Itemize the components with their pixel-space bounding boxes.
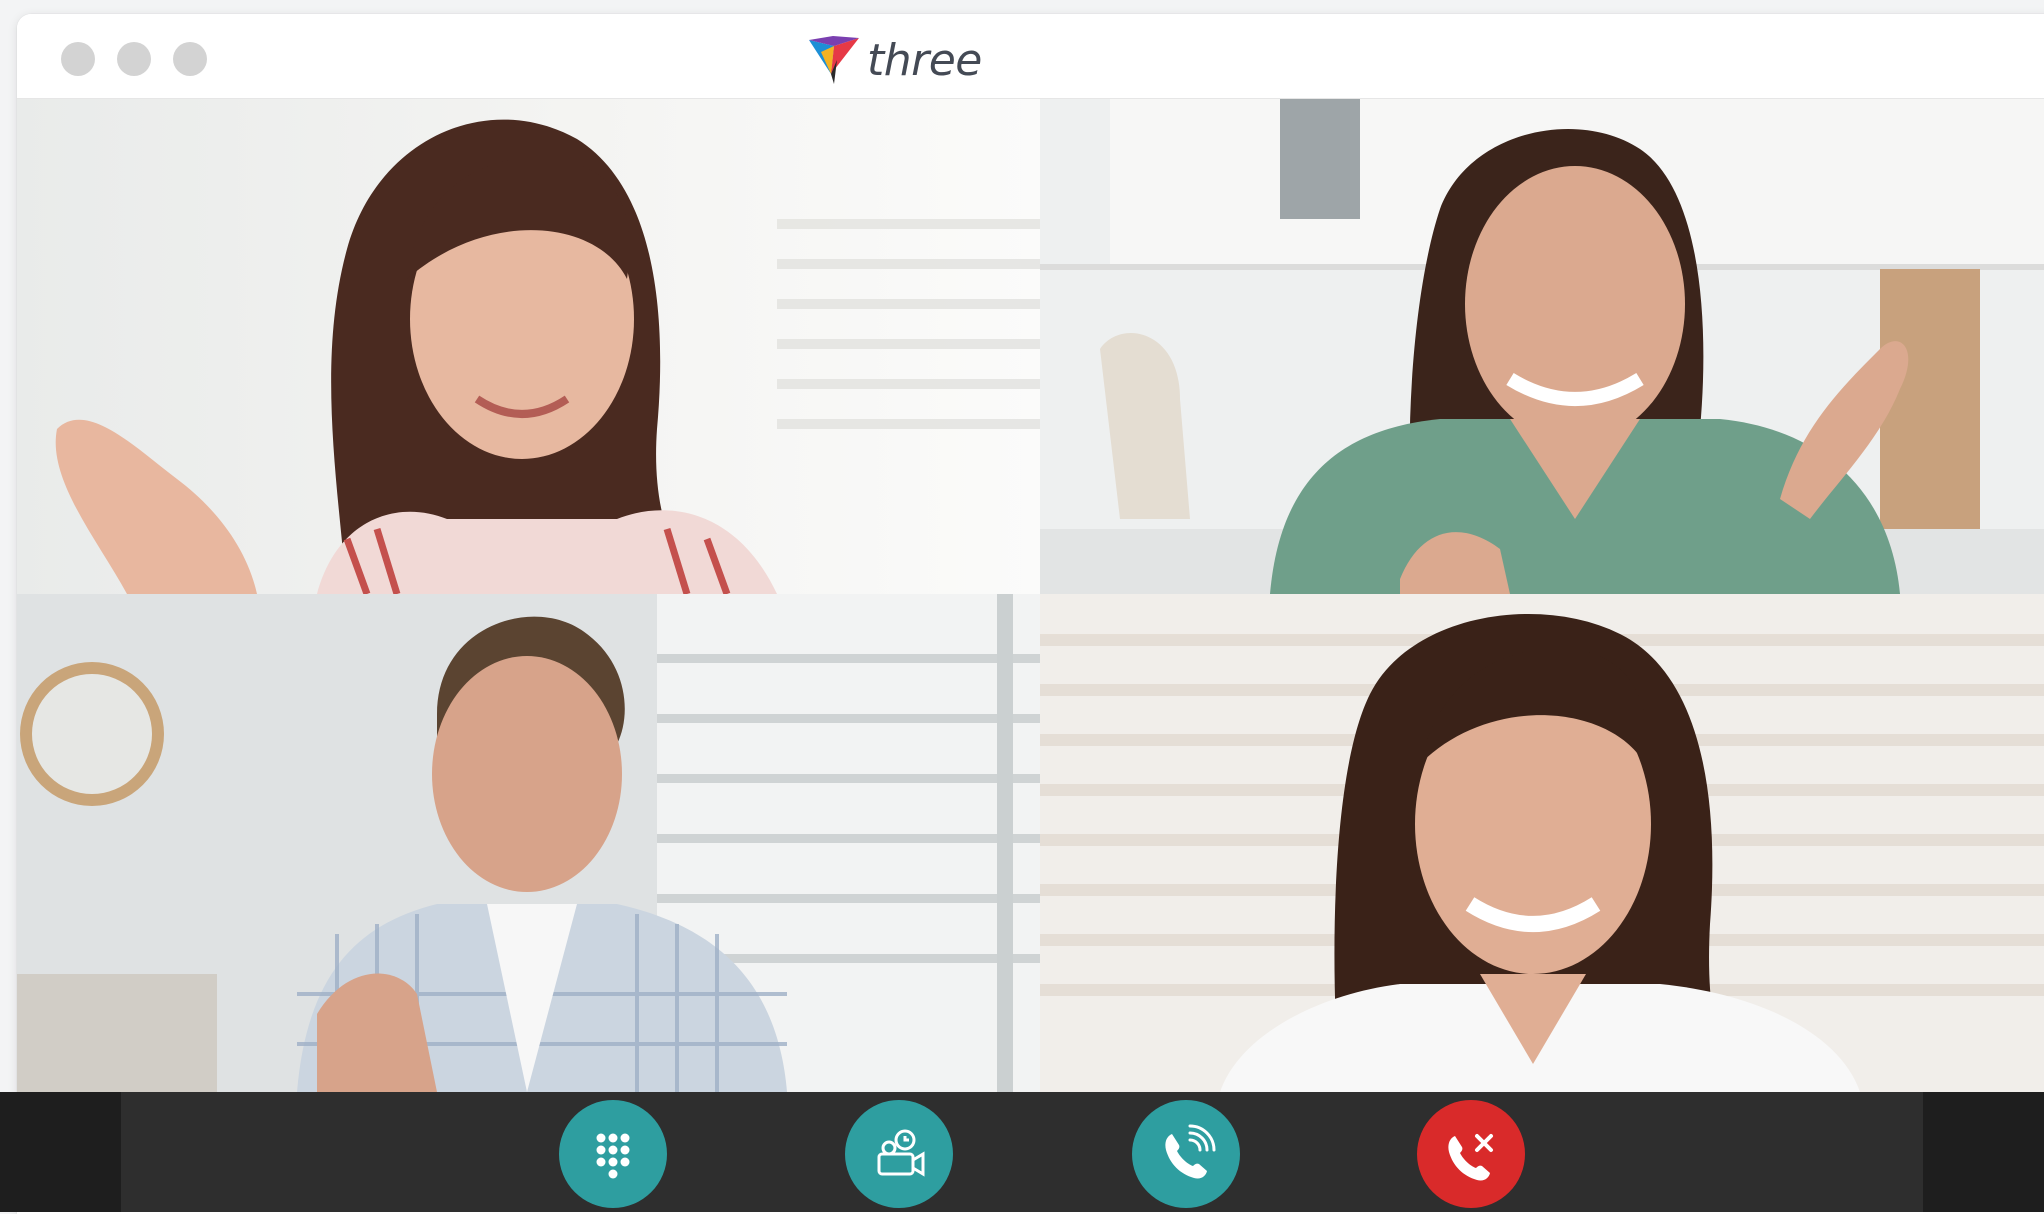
video-tile-participant-2[interactable] xyxy=(1040,99,2044,594)
hangup-button[interactable] xyxy=(1417,1100,1525,1208)
brand-name: three xyxy=(867,34,982,86)
call-controls xyxy=(121,1092,1923,1212)
video-tile-participant-4[interactable] xyxy=(1040,594,2044,1092)
window-close-button[interactable] xyxy=(61,42,95,76)
call-button[interactable] xyxy=(1132,1100,1240,1208)
brand-logo: three xyxy=(807,34,982,86)
phone-ringing-icon xyxy=(1165,1124,1216,1179)
participant-video xyxy=(17,99,1040,594)
dialpad-icon xyxy=(596,1133,630,1179)
participant-grid xyxy=(0,85,2044,1092)
participant-video xyxy=(17,594,1040,1092)
call-control-bar xyxy=(0,1092,2044,1212)
participant-video xyxy=(1040,594,2044,1092)
video-tile-participant-3[interactable] xyxy=(17,594,1040,1092)
participant-video xyxy=(1040,99,2044,594)
end-call-icon xyxy=(1448,1134,1493,1181)
video-button[interactable] xyxy=(845,1100,953,1208)
three-logo-icon xyxy=(809,36,859,84)
video-tile-participant-1[interactable] xyxy=(17,99,1040,594)
video-camera-icon xyxy=(877,1129,925,1177)
window-minimize-button[interactable] xyxy=(117,42,151,76)
window-maximize-button[interactable] xyxy=(173,42,207,76)
dialpad-button[interactable] xyxy=(559,1100,667,1208)
